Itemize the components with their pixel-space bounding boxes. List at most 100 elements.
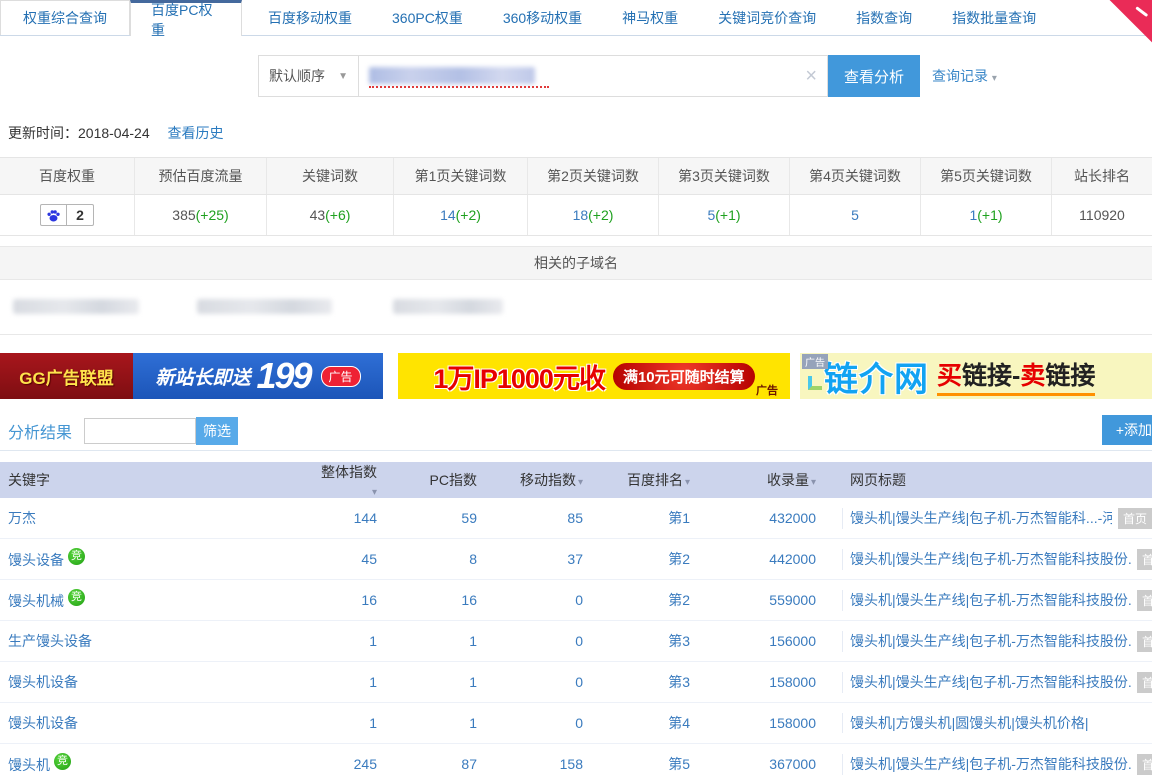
ad-gg-union-logo: GG广告联盟 xyxy=(0,353,133,399)
page-title-link[interactable]: 馒头机|馒头生产线|包子机-万杰智能科技股份... xyxy=(850,590,1131,610)
stat-main-value: 5 xyxy=(851,207,859,223)
pc-index-cell: 1 xyxy=(377,674,477,690)
clear-input-icon[interactable]: × xyxy=(805,65,817,87)
pc-index-cell: 59 xyxy=(377,510,477,526)
keyword-table: 关键字整体指数▾PC指数移动指数▾百度排名▾收录量▾网页标题 万杰1445985… xyxy=(0,462,1152,777)
table-row: 馒头机设备110第3158000馒头机|馒头生产线|包子机-万杰智能科技股份..… xyxy=(0,662,1152,703)
domain-search-input[interactable]: × xyxy=(358,55,828,97)
stats-header-row: 百度权重预估百度流量关键词数第1页关键词数第2页关键词数第3页关键词数第4页关键… xyxy=(0,158,1152,195)
ad-slogan: 新站长即送 xyxy=(155,363,250,390)
overall-index-cell: 16 xyxy=(315,592,377,608)
stats-value-cell: 14(+2) xyxy=(394,195,528,235)
stats-value-cell: 1(+1) xyxy=(921,195,1052,235)
keyword-cell[interactable]: 生产馒头设备 xyxy=(0,631,315,651)
page-title-link[interactable]: 馒头机|馒头生产线|包子机-万杰智能科...-河... xyxy=(850,508,1112,528)
stat-delta-value: (+1) xyxy=(715,207,740,223)
pc-index-cell: 87 xyxy=(377,756,477,772)
ad-banner-gg-union[interactable]: GG广告联盟 新站长即送 199 广告 xyxy=(0,353,383,399)
sort-arrow-icon: ▾ xyxy=(811,477,816,488)
tab-6[interactable]: 关键词竞价查询 xyxy=(704,0,830,35)
analyze-button[interactable]: 查看分析 xyxy=(828,55,920,97)
column-header-4[interactable]: 百度排名▾ xyxy=(583,470,695,490)
ad-pill-text: 满10元可随时结算 xyxy=(613,363,755,390)
subdomain-list xyxy=(0,280,1152,334)
mobile-index-cell: 85 xyxy=(477,510,583,526)
stat-main-value: 385 xyxy=(172,207,195,223)
tab-0[interactable]: 权重综合查询 xyxy=(0,0,130,35)
collected-count-cell: 367000 xyxy=(695,756,820,772)
keyword-cell[interactable]: 馒头机械竞 xyxy=(0,589,315,611)
keyword-cell[interactable]: 馒头机设备 xyxy=(0,672,315,692)
stats-value-cell: 110920 xyxy=(1052,195,1152,235)
table-row: 馒头设备竞45837第2442000馒头机|馒头生产线|包子机-万杰智能科技股份… xyxy=(0,539,1152,580)
page-title-link[interactable]: 馒头机|方馒头机|圆馒头机|馒头机价格| xyxy=(850,713,1152,733)
redacted-subdomain[interactable] xyxy=(393,299,503,314)
overall-index-cell: 245 xyxy=(315,756,377,772)
baidu-weight-badge[interactable]: 2 xyxy=(40,204,94,226)
column-header-5[interactable]: 收录量▾ xyxy=(695,470,820,490)
view-history-link[interactable]: 查看历史 xyxy=(168,125,224,141)
tab-2[interactable]: 百度移动权重 xyxy=(254,0,366,35)
ribbon-mark-icon xyxy=(1135,6,1148,17)
tab-1[interactable]: 百度PC权重 xyxy=(130,0,242,36)
spellcheck-underline xyxy=(369,86,549,88)
ad-banner-lianjie[interactable]: 广告 链介网 买链接-卖链接 xyxy=(800,353,1152,399)
keyword-link[interactable]: 馒头设备 xyxy=(8,552,64,568)
keyword-link[interactable]: 万杰 xyxy=(8,510,36,526)
tab-3[interactable]: 360PC权重 xyxy=(378,0,477,35)
mobile-index-cell: 37 xyxy=(477,551,583,567)
redacted-subdomain[interactable] xyxy=(13,299,139,314)
filter-button[interactable]: 筛选 xyxy=(196,417,238,445)
baidu-rank-cell: 第3 xyxy=(583,672,695,692)
tab-8[interactable]: 指数批量查询 xyxy=(938,0,1050,35)
sort-order-select[interactable]: 默认顺序 ▼ xyxy=(258,55,358,97)
page-title-link[interactable]: 馒头机|馒头生产线|包子机-万杰智能科技股份... xyxy=(850,754,1131,774)
keyword-cell[interactable]: 馒头机设备 xyxy=(0,713,315,733)
ad-brand-logo-icon xyxy=(808,376,822,390)
overall-index-cell: 144 xyxy=(315,510,377,526)
page-title-link[interactable]: 馒头机|馒头生产线|包子机-万杰智能科技股份... xyxy=(850,672,1131,692)
mobile-index-cell: 0 xyxy=(477,715,583,731)
ad-link-word: 链接 xyxy=(1045,362,1095,390)
table-row: 万杰1445985第1432000馒头机|馒头生产线|包子机-万杰智能科...-… xyxy=(0,498,1152,539)
page-title-cell: 馒头机|馒头生产线|包子机-万杰智能科技股份...首 xyxy=(842,590,1152,611)
stats-value-cell: 18(+2) xyxy=(528,195,659,235)
overall-index-cell: 1 xyxy=(315,715,377,731)
page-title-link[interactable]: 馒头机|馒头生产线|包子机-万杰智能科技股份... xyxy=(850,549,1131,569)
redacted-subdomain[interactable] xyxy=(197,299,332,314)
column-header-1[interactable]: 整体指数▾ xyxy=(315,462,377,498)
stats-header-cell: 站长排名 xyxy=(1052,158,1152,194)
column-header-3[interactable]: 移动指数▾ xyxy=(477,470,583,490)
query-history-link[interactable]: 查询记录 ▾ xyxy=(932,66,997,86)
keyword-link[interactable]: 馒头机 xyxy=(8,757,50,773)
keyword-link[interactable]: 馒头机设备 xyxy=(8,674,78,690)
keyword-link[interactable]: 生产馒头设备 xyxy=(8,633,92,649)
tab-5[interactable]: 神马权重 xyxy=(608,0,692,35)
page-title-cell: 馒头机|方馒头机|圆馒头机|馒头机价格| xyxy=(842,713,1152,733)
ad-brand-name: 链介网 xyxy=(824,353,929,399)
keyword-link[interactable]: 馒头机械 xyxy=(8,593,64,609)
tab-7[interactable]: 指数查询 xyxy=(842,0,926,35)
ad-banner-ip-buy[interactable]: 1万IP1000元收 满10元可随时结算 xyxy=(398,353,790,399)
sort-order-value: 默认顺序 xyxy=(269,66,325,86)
baidu-weight-cell: 2 xyxy=(0,195,135,235)
mobile-index-cell: 0 xyxy=(477,592,583,608)
keyword-table-body: 万杰1445985第1432000馒头机|馒头生产线|包子机-万杰智能科...-… xyxy=(0,498,1152,777)
keyword-cell[interactable]: 馒头设备竞 xyxy=(0,548,315,570)
keyword-cell[interactable]: 馒头机竞 xyxy=(0,753,315,775)
ad-gg-union-slogan-area: 新站长即送 199 广告 xyxy=(133,353,383,399)
tab-4[interactable]: 360移动权重 xyxy=(489,0,596,35)
page: 权重综合查询百度PC权重百度移动权重 360PC权重 360移动权重神马权重关键词竞… xyxy=(0,0,1152,777)
page-title-cell: 馒头机|馒头生产线|包子机-万杰智能科技股份...首 xyxy=(842,549,1152,570)
keyword-link[interactable]: 馒头机设备 xyxy=(8,715,78,731)
chevron-down-icon: ▾ xyxy=(992,73,997,84)
baidu-paw-icon xyxy=(41,205,67,225)
overall-index-cell: 1 xyxy=(315,633,377,649)
update-time-row: 更新时间：2018-04-24 查看历史 xyxy=(8,123,1152,143)
page-title-link[interactable]: 馒头机|馒头生产线|包子机-万杰智能科技股份... xyxy=(850,631,1131,651)
keyword-cell[interactable]: 万杰 xyxy=(0,508,315,528)
stat-main-value: 14 xyxy=(440,207,456,223)
filter-input[interactable] xyxy=(84,418,196,444)
page-title-cell: 馒头机|馒头生产线|包子机-万杰智能科...-河...首页 xyxy=(842,508,1152,529)
add-button[interactable]: +添加 xyxy=(1102,415,1152,445)
